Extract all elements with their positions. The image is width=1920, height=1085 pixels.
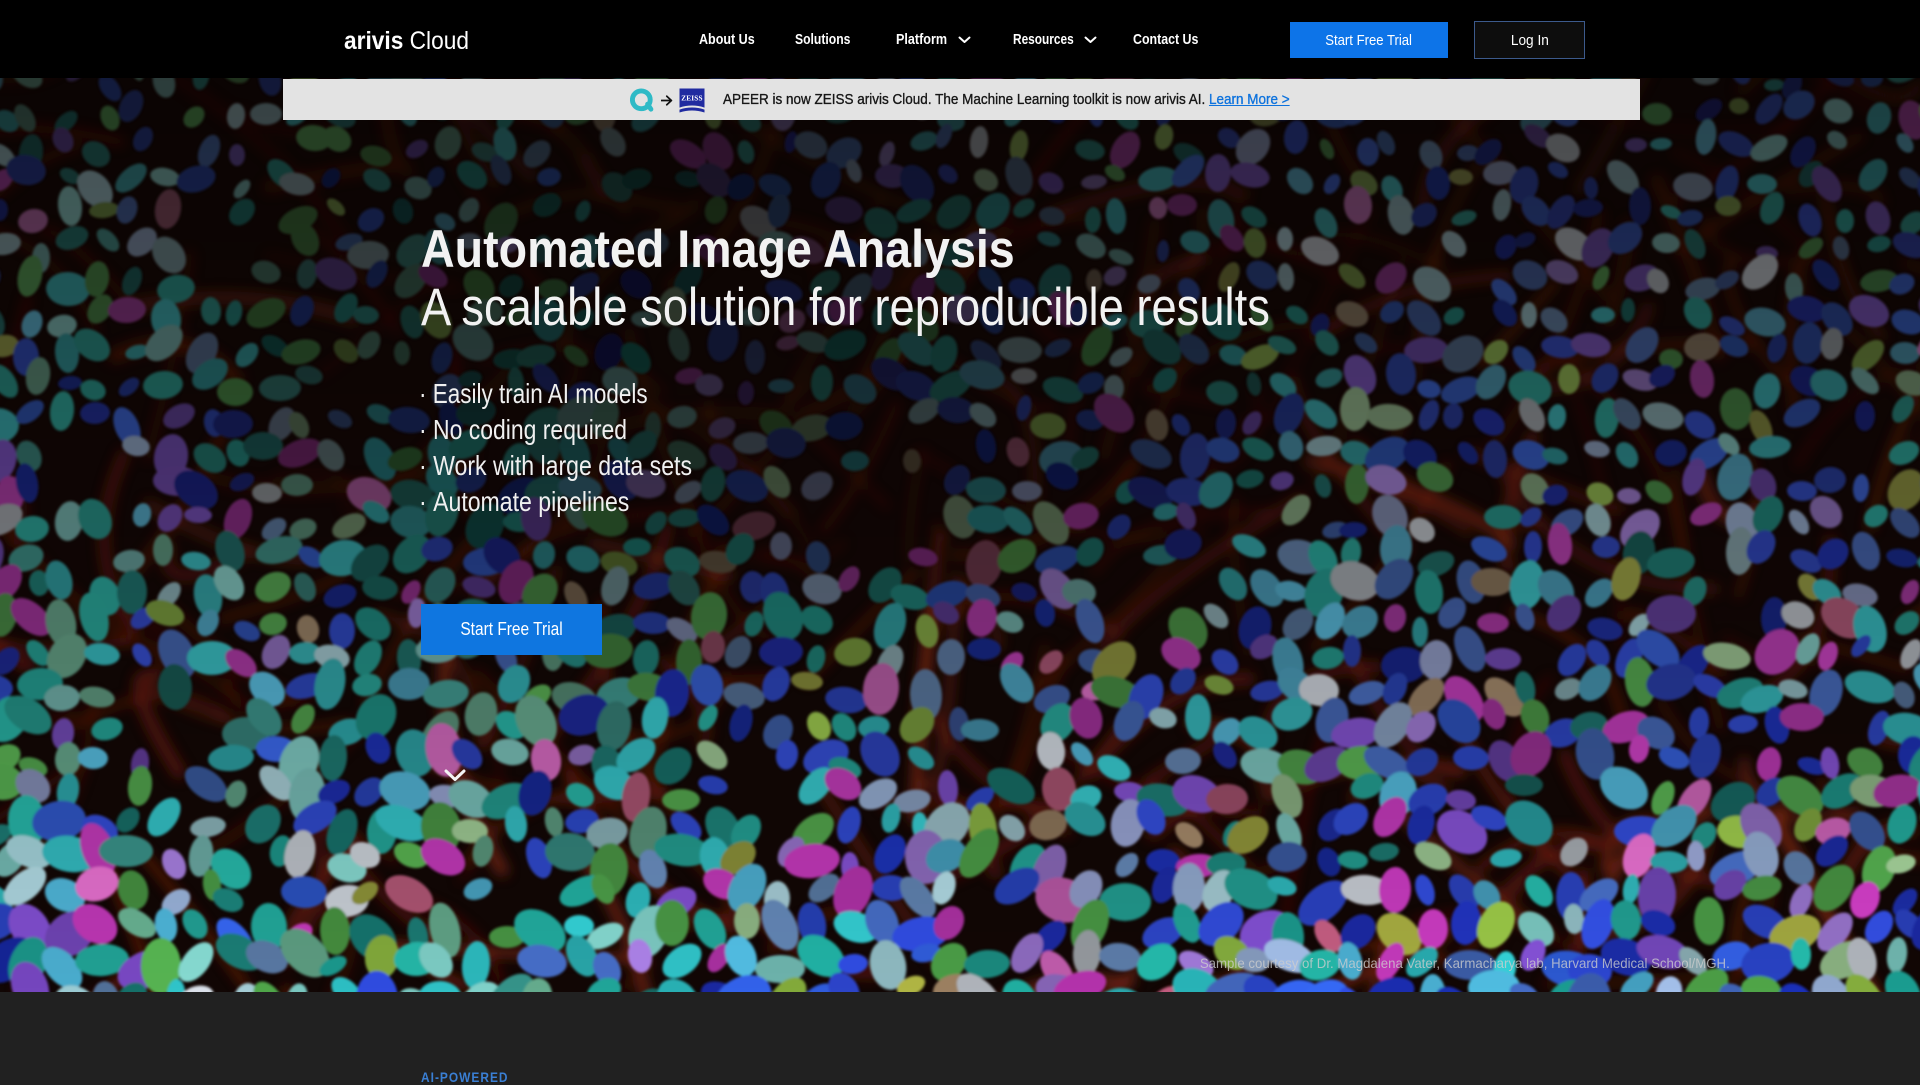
svg-text:ZEISS: ZEISS: [681, 94, 702, 102]
